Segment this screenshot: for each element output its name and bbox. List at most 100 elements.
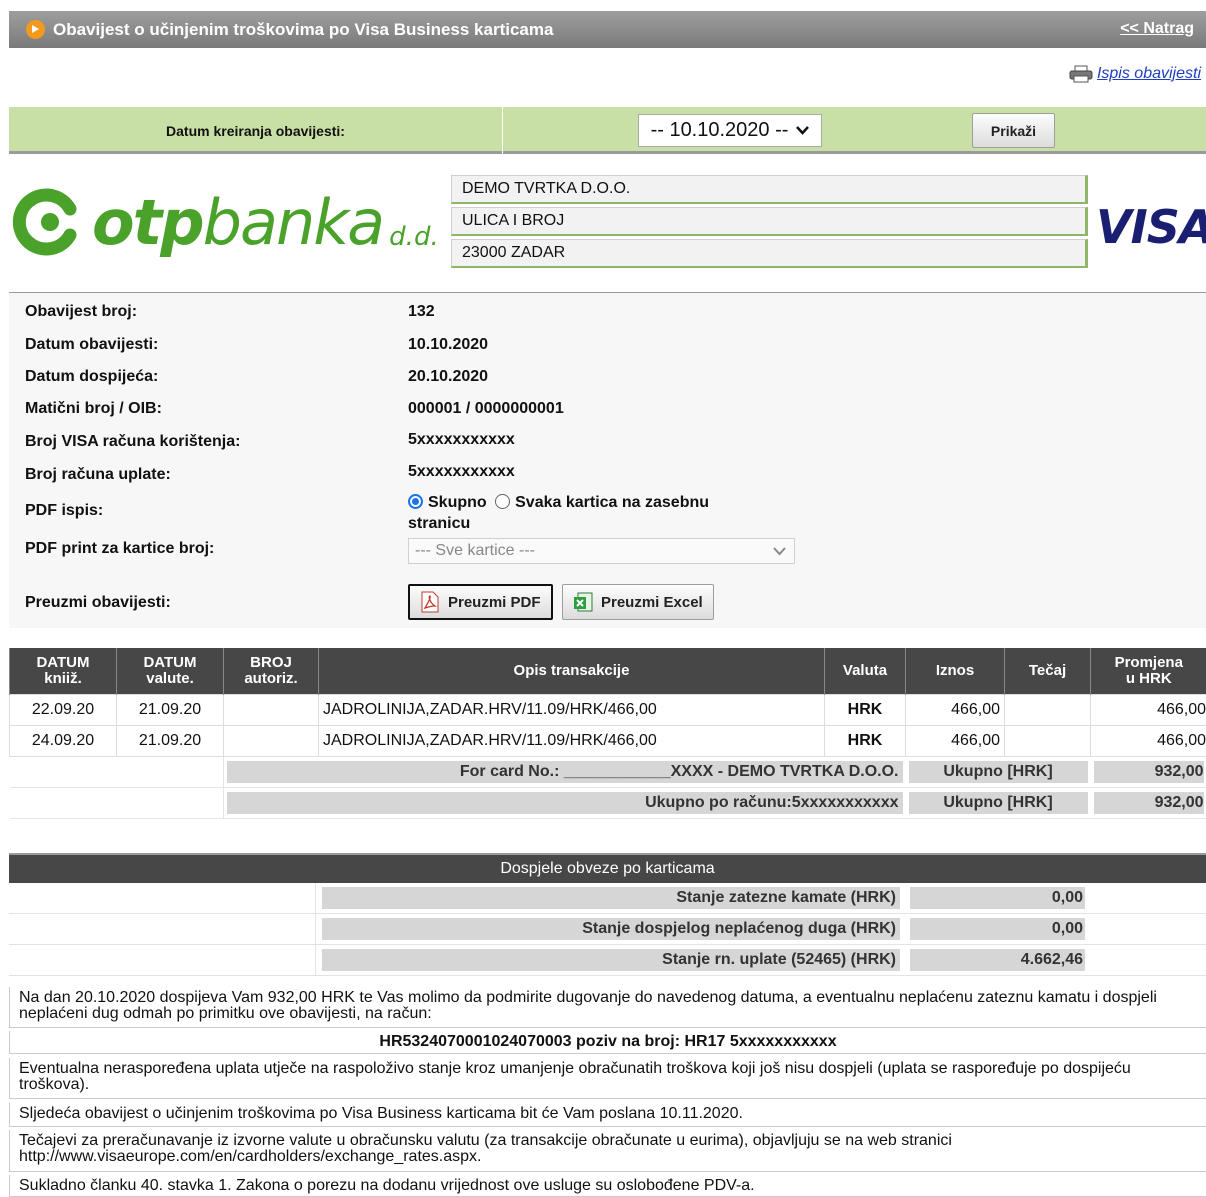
col-header-book-date: DATUMkniiž. [10, 648, 117, 694]
col-header-change: Promjenau HRK [1091, 648, 1206, 694]
notice-date-label: Datum obavijesti: [25, 336, 158, 354]
logo-dd-text: d.d. [389, 222, 439, 252]
title-bar: Obavijest o učinjenim troškovima po Visa… [9, 11, 1206, 48]
currency-cell: HRK [825, 725, 906, 756]
account-total-value: 932,00 [1094, 792, 1204, 814]
book-date-cell: 22.09.20 [10, 694, 117, 725]
transactions-table: DATUMkniiž. DATUMvalute. BROJautoriz. Op… [9, 648, 1206, 819]
col-header-currency: Valuta [825, 648, 906, 694]
pdf-print-label: PDF ispis: [25, 502, 103, 520]
filter-bar: Datum kreiranja obavijesti: -- 10.10.202… [9, 107, 1206, 154]
obligation-label: Stanje dospjelog neplaćenog duga (HRK) [322, 918, 900, 940]
card-total-caption: Ukupno [HRK] [909, 761, 1088, 783]
vat-note: Sukladno članku 40. stavka 1. Zakona o p… [9, 1175, 1206, 1197]
address-street: ULICA I BROJ [451, 207, 1088, 236]
address-company: DEMO TVRTKA D.O.O. [451, 175, 1088, 204]
col-header-rate: Tečaj [1005, 648, 1091, 694]
printer-icon [1069, 65, 1093, 83]
radio-each-card-label-cont: stranicu [408, 515, 470, 532]
value-date-cell: 21.09.20 [117, 725, 224, 756]
divider [502, 107, 503, 154]
notice-number-label: Obavijest broj: [25, 303, 137, 321]
radio-combined-label: Skupno [428, 494, 487, 511]
company-id-label: Matični broj / OIB: [25, 400, 162, 418]
unallocated-payment-note: Eventualna neraspoređena uplata utječe n… [9, 1058, 1206, 1099]
print-notice-link[interactable]: Ispis obavijesti [1069, 65, 1201, 83]
amount-cell: 466,00 [906, 725, 1005, 756]
payment-account-label: Broj računa uplate: [25, 466, 171, 484]
obligation-label: Stanje zatezne kamate (HRK) [322, 887, 900, 909]
obligation-row: Stanje zatezne kamate (HRK) 0,00 [9, 883, 1206, 914]
value-date-cell: 21.09.20 [117, 694, 224, 725]
cards-select-value: --- Sve kartice --- [415, 542, 535, 560]
pdf-icon [420, 591, 440, 613]
auth-cell [224, 694, 319, 725]
visa-account-value: 5xxxxxxxxxxx [408, 431, 515, 449]
col-header-description: Opis transakcije [319, 648, 825, 694]
rate-cell [1005, 694, 1091, 725]
due-date-label: Datum dospijeća: [25, 368, 158, 386]
date-select[interactable]: -- 10.10.2020 -- [638, 114, 822, 147]
address-city: 23000 ZADAR [451, 239, 1088, 268]
show-button[interactable]: Prikaži [972, 113, 1055, 148]
otp-logo-icon [12, 187, 82, 257]
visa-logo: VISA [1096, 200, 1206, 254]
obligation-label: Stanje rn. uplate (52465) (HRK) [322, 949, 900, 971]
logo-otp-text: otp [92, 186, 203, 259]
date-select-value: -- 10.10.2020 -- [651, 119, 789, 142]
obligation-value: 0,00 [910, 887, 1085, 909]
excel-icon [573, 591, 593, 613]
col-header-auth: BROJautoriz. [224, 648, 319, 694]
obligation-row: Stanje rn. uplate (52465) (HRK) 4.662,46 [9, 945, 1206, 976]
amount-cell: 466,00 [906, 694, 1005, 725]
company-id-value: 000001 / 0000000001 [408, 400, 564, 418]
description-cell: JADROLINIJA,ZADAR.HRV/11.09/HRK/466,00 [319, 725, 825, 756]
print-notice-label: Ispis obavijesti [1097, 65, 1201, 83]
download-excel-button[interactable]: Preuzmi Excel [562, 584, 714, 620]
logo-banka-text: banka [203, 186, 384, 259]
notice-date-value: 10.10.2020 [408, 336, 488, 354]
payment-account-value: 5xxxxxxxxxxx [408, 463, 515, 481]
table-row: 24.09.20 21.09.20 JADROLINIJA,ZADAR.HRV/… [10, 725, 1206, 756]
obligations-header: Dospjele obveze po karticama [9, 853, 1206, 883]
visa-account-label: Broj VISA računa korištenja: [25, 433, 240, 451]
book-date-cell: 24.09.20 [10, 725, 117, 756]
download-pdf-button[interactable]: Preuzmi PDF [408, 584, 553, 620]
obligation-value: 4.662,46 [910, 949, 1085, 971]
change-cell: 466,00 [1091, 725, 1206, 756]
account-total-label: Ukupno po računu:5xxxxxxxxxxx [227, 792, 903, 814]
table-header-row: DATUMkniiž. DATUMvalute. BROJautoriz. Op… [10, 648, 1206, 694]
obligation-row: Stanje dospjelog neplaćenog duga (HRK) 0… [9, 914, 1206, 945]
page-title: Obavijest o učinjenim troškovima po Visa… [53, 20, 553, 40]
download-label: Preuzmi obavijesti: [25, 594, 171, 612]
next-notice-note: Sljedeća obavijest o učinjenim troškovim… [9, 1103, 1206, 1127]
payment-iban-text: HR5324070001024070003 poziv na broj: HR1… [9, 1031, 1206, 1054]
pdf-print-options: Skupno Svaka kartica na zasebnu stranicu [408, 492, 788, 534]
col-header-value-date: DATUMvalute. [117, 648, 224, 694]
due-date-value: 20.10.2020 [408, 368, 488, 386]
account-total-caption: Ukupno [HRK] [909, 792, 1088, 814]
download-pdf-label: Preuzmi PDF [448, 594, 541, 611]
col-header-amount: Iznos [906, 648, 1005, 694]
card-total-value: 932,00 [1094, 761, 1204, 783]
card-total-row: For card No.: ____________XXXX - DEMO TV… [10, 756, 1206, 787]
back-link[interactable]: << Natrag [1120, 20, 1194, 38]
due-notice-text: Na dan 20.10.2020 dospijeva Vam 932,00 H… [9, 987, 1206, 1028]
arrow-right-icon [26, 20, 45, 39]
notice-info-panel: Obavijest broj: 132 Datum obavijesti: 10… [9, 292, 1206, 628]
card-total-label: For card No.: ____________XXXX - DEMO TV… [227, 761, 903, 783]
radio-each-card[interactable] [495, 494, 510, 509]
download-excel-label: Preuzmi Excel [601, 594, 703, 611]
table-row: 22.09.20 21.09.20 JADROLINIJA,ZADAR.HRV/… [10, 694, 1206, 725]
change-cell: 466,00 [1091, 694, 1206, 725]
radio-combined[interactable] [408, 494, 423, 509]
obligation-value: 0,00 [910, 918, 1085, 940]
auth-cell [224, 725, 319, 756]
cards-select[interactable]: --- Sve kartice --- [408, 538, 795, 564]
radio-each-card-label: Svaka kartica na zasebnu [515, 494, 709, 511]
currency-cell: HRK [825, 694, 906, 725]
chevron-down-icon [773, 547, 786, 556]
otp-banka-logo: otp banka d.d. [12, 182, 439, 262]
rate-cell [1005, 725, 1091, 756]
account-total-row: Ukupno po računu:5xxxxxxxxxxx Ukupno [HR… [10, 787, 1206, 818]
